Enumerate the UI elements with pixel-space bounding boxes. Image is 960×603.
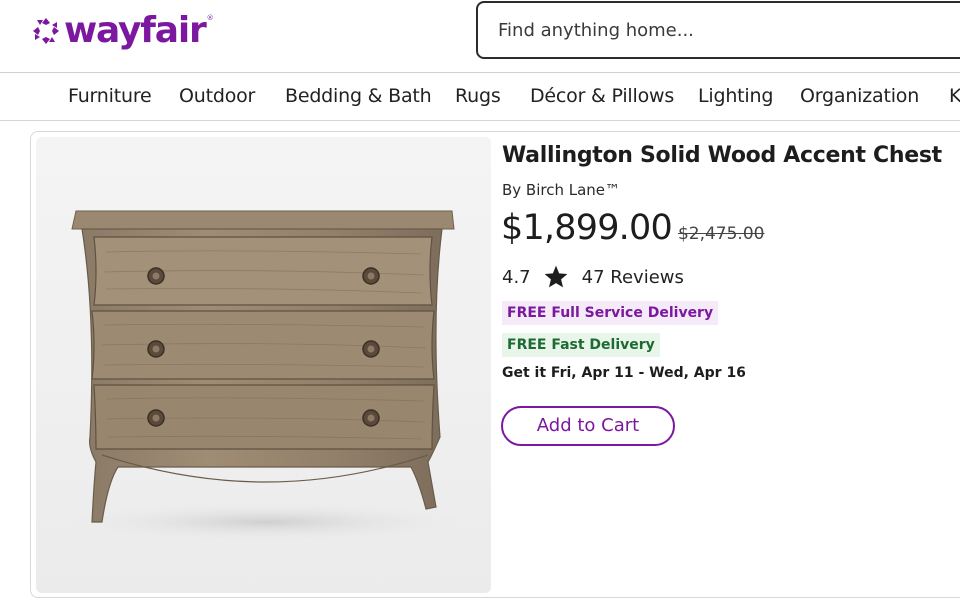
nav-item-bedding-bath[interactable]: Bedding & Bath — [285, 85, 432, 107]
nav-item-decor-pillows[interactable]: Décor & Pillows — [530, 85, 674, 107]
wood-chest-photo-icon — [56, 210, 476, 542]
search-box[interactable] — [476, 1, 960, 59]
nav-item-furniture[interactable]: Furniture — [68, 85, 152, 107]
logo-trademark: ® — [206, 14, 214, 22]
delivery-estimate: Get it Fri, Apr 11 - Wed, Apr 16 — [502, 365, 746, 381]
original-price: $2,475.00 — [677, 224, 765, 244]
category-nav: Furniture Outdoor Bedding & Bath Rugs Dé… — [0, 74, 960, 121]
product-brand[interactable]: By Birch Lane™ — [502, 181, 620, 199]
product-title: Wallington Solid Wood Accent Chest — [502, 143, 942, 168]
search-input[interactable] — [496, 18, 960, 42]
reviews-link[interactable]: 47 Reviews — [582, 267, 684, 288]
star-icon — [544, 265, 568, 288]
wayfair-logo[interactable]: wayfair ® — [31, 8, 214, 54]
product-image[interactable] — [36, 137, 491, 593]
add-to-cart-button[interactable]: Add to Cart — [501, 406, 675, 446]
nav-item-outdoor[interactable]: Outdoor — [179, 85, 255, 107]
nav-item-organization[interactable]: Organization — [800, 85, 919, 107]
fast-delivery-badge: FREE Fast Delivery — [502, 333, 660, 357]
nav-item-rugs[interactable]: Rugs — [455, 85, 501, 107]
logo-text: wayfair — [64, 10, 207, 51]
site-header: wayfair ® — [0, 0, 960, 73]
rating-row[interactable]: 4.7 47 Reviews — [502, 264, 684, 290]
sale-price: $1,899.00 — [501, 208, 673, 248]
full-service-delivery-badge: FREE Full Service Delivery — [502, 301, 719, 325]
price-row: $1,899.00 $2,475.00 — [501, 208, 764, 248]
nav-item-kitchen[interactable]: K — [949, 85, 960, 107]
nav-item-lighting[interactable]: Lighting — [698, 85, 773, 107]
wayfair-logo-mark-icon — [33, 18, 59, 44]
rating-value: 4.7 — [502, 266, 531, 288]
